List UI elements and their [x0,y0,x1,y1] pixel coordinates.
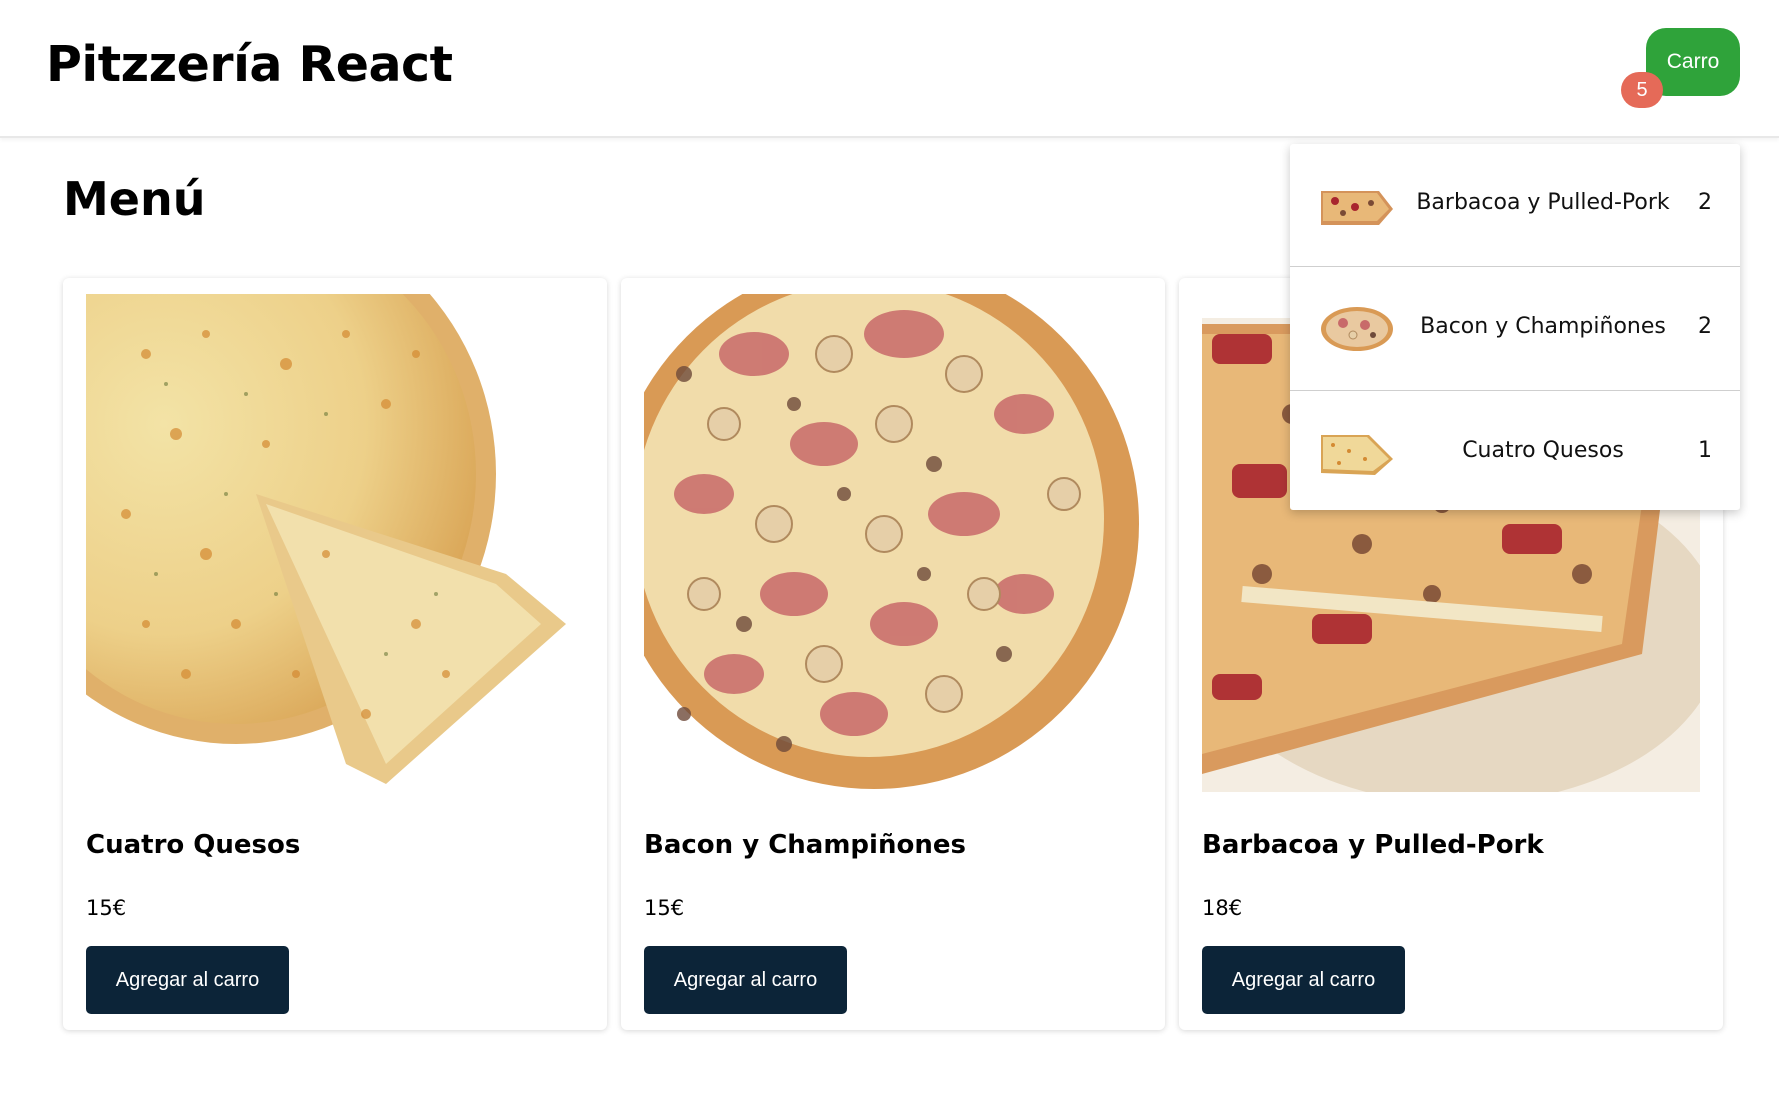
product-card: Cuatro Quesos 15€ Agregar al carro [63,278,607,1030]
cart-item-name: Cuatro Quesos [1462,438,1624,463]
cart-item-quantity: 2 [1698,314,1712,339]
cart-item[interactable]: Cuatro Quesos 1 [1290,392,1740,514]
bacon-mushroom-pizza-image [644,294,1142,792]
cart-item[interactable]: Barbacoa y Pulled-Pork 2 [1290,144,1740,267]
bacon-mushroom-thumbnail [1321,307,1393,351]
product-price: 15€ [644,896,685,920]
product-price: 15€ [86,896,127,920]
cart-item-quantity: 2 [1698,190,1712,215]
cart-item[interactable]: Bacon y Champiñones 2 [1290,268,1740,391]
cart-dropdown: Barbacoa y Pulled-Pork 2 Bacon y Champiñ… [1290,144,1740,510]
bbq-pulled-pork-thumbnail [1321,191,1393,225]
four-cheese-pizza-image [86,294,584,792]
add-to-cart-button[interactable]: Agregar al carro [86,946,289,1014]
cart-item-name: Barbacoa y Pulled-Pork [1416,190,1670,215]
menu-title: Menú [63,172,206,226]
product-price: 18€ [1202,896,1243,920]
four-cheese-thumbnail [1321,435,1393,475]
app-header: Pitzzería React Carro 5 [0,0,1779,138]
site-title: Pitzzería React [46,36,453,93]
product-name: Barbacoa y Pulled-Pork [1202,830,1544,860]
product-name: Cuatro Quesos [86,830,301,860]
cart-count-badge: 5 [1621,72,1663,108]
add-to-cart-button[interactable]: Agregar al carro [644,946,847,1014]
product-name: Bacon y Champiñones [644,830,966,860]
add-to-cart-button[interactable]: Agregar al carro [1202,946,1405,1014]
product-card: Bacon y Champiñones 15€ Agregar al carro [621,278,1165,1030]
cart-item-quantity: 1 [1698,438,1712,463]
cart-item-name: Bacon y Champiñones [1420,314,1666,339]
